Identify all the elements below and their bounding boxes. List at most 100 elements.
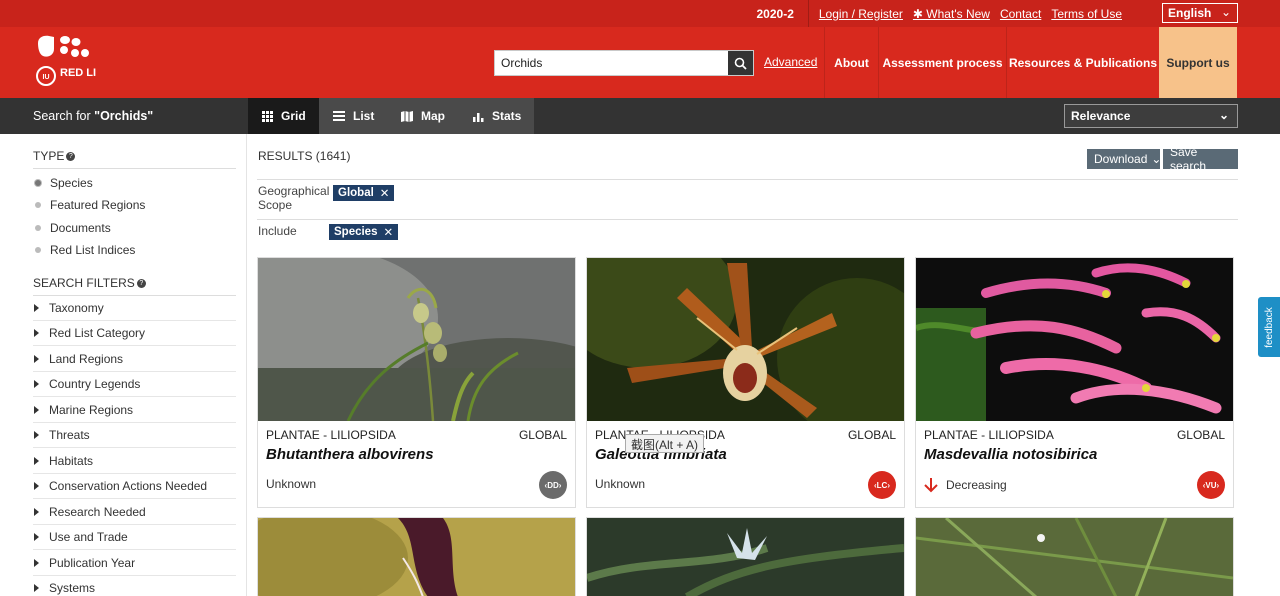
terms-of-use-link[interactable]: Terms of Use: [1051, 7, 1122, 21]
sort-select[interactable]: Relevance ⌄: [1064, 104, 1238, 128]
search-icon: [734, 57, 747, 70]
feedback-tab[interactable]: feedback: [1258, 297, 1280, 357]
population-trend: Decreasing: [924, 477, 1007, 493]
language-select[interactable]: English ⌄: [1162, 3, 1238, 23]
species-name[interactable]: Masdevallia notosibirica: [924, 446, 1097, 463]
geographical-scope-label: Geographical Scope: [258, 184, 330, 212]
species-card[interactable]: [586, 517, 905, 596]
filter-systems[interactable]: Systems: [33, 576, 236, 596]
caret-right-icon: [34, 406, 39, 414]
logo-text: RED LIST: [60, 67, 96, 79]
search-term: "Orchids": [94, 109, 154, 123]
filter-conservation-actions-needed[interactable]: Conservation Actions Needed: [33, 474, 236, 499]
help-icon[interactable]: ?: [136, 279, 146, 288]
red-list-logo[interactable]: IU RED LIST: [34, 35, 96, 89]
top-links: 2020-2 Login / Register ✱ What's New Con…: [757, 0, 1133, 27]
caret-right-icon: [34, 584, 39, 592]
advanced-search-link[interactable]: Advanced: [764, 55, 817, 69]
tab-stats[interactable]: Stats: [459, 98, 534, 134]
divider: [807, 0, 809, 27]
view-toolbar: Search for "Orchids" Grid List Map Stats…: [0, 98, 1280, 134]
filter-red-list-category[interactable]: Red List Category: [33, 321, 236, 346]
tab-grid[interactable]: Grid: [248, 98, 319, 134]
filter-taxonomy[interactable]: Taxonomy: [33, 296, 236, 321]
type-option-documents[interactable]: Documents: [35, 221, 111, 235]
filter-use-and-trade[interactable]: Use and Trade: [33, 525, 236, 550]
results-count: RESULTS (1641): [258, 149, 351, 163]
caret-right-icon: [34, 508, 39, 516]
caret-right-icon: [34, 482, 39, 490]
species-name[interactable]: Bhutanthera albovirens: [266, 446, 434, 463]
caret-right-icon: [34, 355, 39, 363]
help-icon[interactable]: ?: [66, 152, 76, 161]
category-badge-vu: ‹VU›: [1197, 471, 1225, 499]
species-card[interactable]: [257, 517, 576, 596]
filter-sidebar: TYPE? Species Featured Regions Documents…: [0, 134, 247, 596]
species-photo: [916, 258, 1233, 421]
species-photo: [587, 518, 904, 596]
caret-right-icon: [34, 380, 39, 388]
species-card[interactable]: PLANTAE - LILIOPSIDA GLOBAL Masdevallia …: [915, 257, 1234, 508]
search-summary: Search for "Orchids": [33, 109, 153, 123]
filter-habitats[interactable]: Habitats: [33, 449, 236, 474]
tab-stats-label: Stats: [492, 109, 522, 123]
filter-threats[interactable]: Threats: [33, 423, 236, 448]
caret-right-icon: [34, 533, 39, 541]
whats-new-link[interactable]: ✱ What's New: [913, 7, 990, 21]
kingdom-class: PLANTAE - LILIOPSIDA: [924, 428, 1054, 442]
geo-scope-chip[interactable]: Global ✕: [333, 185, 395, 201]
nav-about[interactable]: About: [825, 27, 878, 98]
tab-map[interactable]: Map: [387, 98, 459, 134]
filter-research-needed[interactable]: Research Needed: [33, 500, 236, 525]
search-input[interactable]: [495, 51, 729, 75]
svg-text:IU: IU: [43, 74, 50, 81]
type-option-species[interactable]: Species: [35, 176, 93, 190]
save-search-button[interactable]: Save search: [1163, 145, 1238, 173]
caret-right-icon: [34, 457, 39, 465]
version-label: 2020-2: [756, 6, 794, 21]
search-box: [494, 50, 754, 76]
support-us-button[interactable]: Support us: [1159, 27, 1237, 98]
tab-list[interactable]: List: [319, 98, 387, 134]
language-value: English: [1168, 6, 1212, 20]
chevron-down-icon: ⌄: [1151, 152, 1162, 166]
filter-marine-regions[interactable]: Marine Regions: [33, 398, 236, 423]
chevron-down-icon: ⌄: [1218, 108, 1229, 122]
radio-icon: [35, 247, 41, 253]
grid-icon: [262, 110, 273, 122]
scope-label: GLOBAL: [518, 428, 567, 442]
top-utility-bar: 2020-2 Login / Register ✱ What's New Con…: [0, 0, 1280, 27]
radio-icon: [35, 225, 41, 231]
type-option-featured-regions[interactable]: Featured Regions: [35, 198, 145, 212]
contact-link[interactable]: Contact: [1000, 7, 1041, 21]
nav-resources-publications[interactable]: Resources & Publications: [1007, 27, 1159, 98]
kingdom-class: PLANTAE - LILIOPSIDA: [266, 428, 396, 442]
search-button[interactable]: [728, 51, 753, 75]
close-icon[interactable]: ✕: [383, 225, 393, 239]
radio-icon: [35, 202, 41, 208]
bar-chart-icon: [473, 112, 484, 122]
species-card[interactable]: [915, 517, 1234, 596]
scope-label: GLOBAL: [1176, 428, 1225, 442]
species-card[interactable]: PLANTAE - LILIOPSIDA GLOBAL Bhutanthera …: [257, 257, 576, 508]
species-card[interactable]: PLANTAE - LILIOPSIDA GLOBAL Galeottia fi…: [586, 257, 905, 508]
type-option-red-list-indices[interactable]: Red List Indices: [35, 243, 135, 257]
download-button[interactable]: Download ⌄: [1087, 149, 1162, 169]
filter-country-legends[interactable]: Country Legends: [33, 372, 236, 397]
tab-grid-label: Grid: [281, 109, 306, 123]
include-chip[interactable]: Species ✕: [329, 224, 399, 240]
filter-publication-year[interactable]: Publication Year: [33, 551, 236, 576]
scope-label: GLOBAL: [847, 428, 896, 442]
include-label: Include: [258, 224, 297, 238]
caret-right-icon: [34, 329, 39, 337]
filter-land-regions[interactable]: Land Regions: [33, 347, 236, 372]
species-photo: [916, 518, 1233, 596]
category-badge-lc: ‹LC›: [868, 471, 896, 499]
login-register-link[interactable]: Login / Register: [819, 7, 903, 21]
species-photo: [258, 258, 575, 421]
species-photo: [258, 518, 575, 596]
caret-right-icon: [34, 304, 39, 312]
tab-map-label: Map: [421, 109, 445, 123]
close-icon[interactable]: ✕: [380, 186, 390, 200]
nav-assessment-process[interactable]: Assessment process: [879, 27, 1006, 98]
